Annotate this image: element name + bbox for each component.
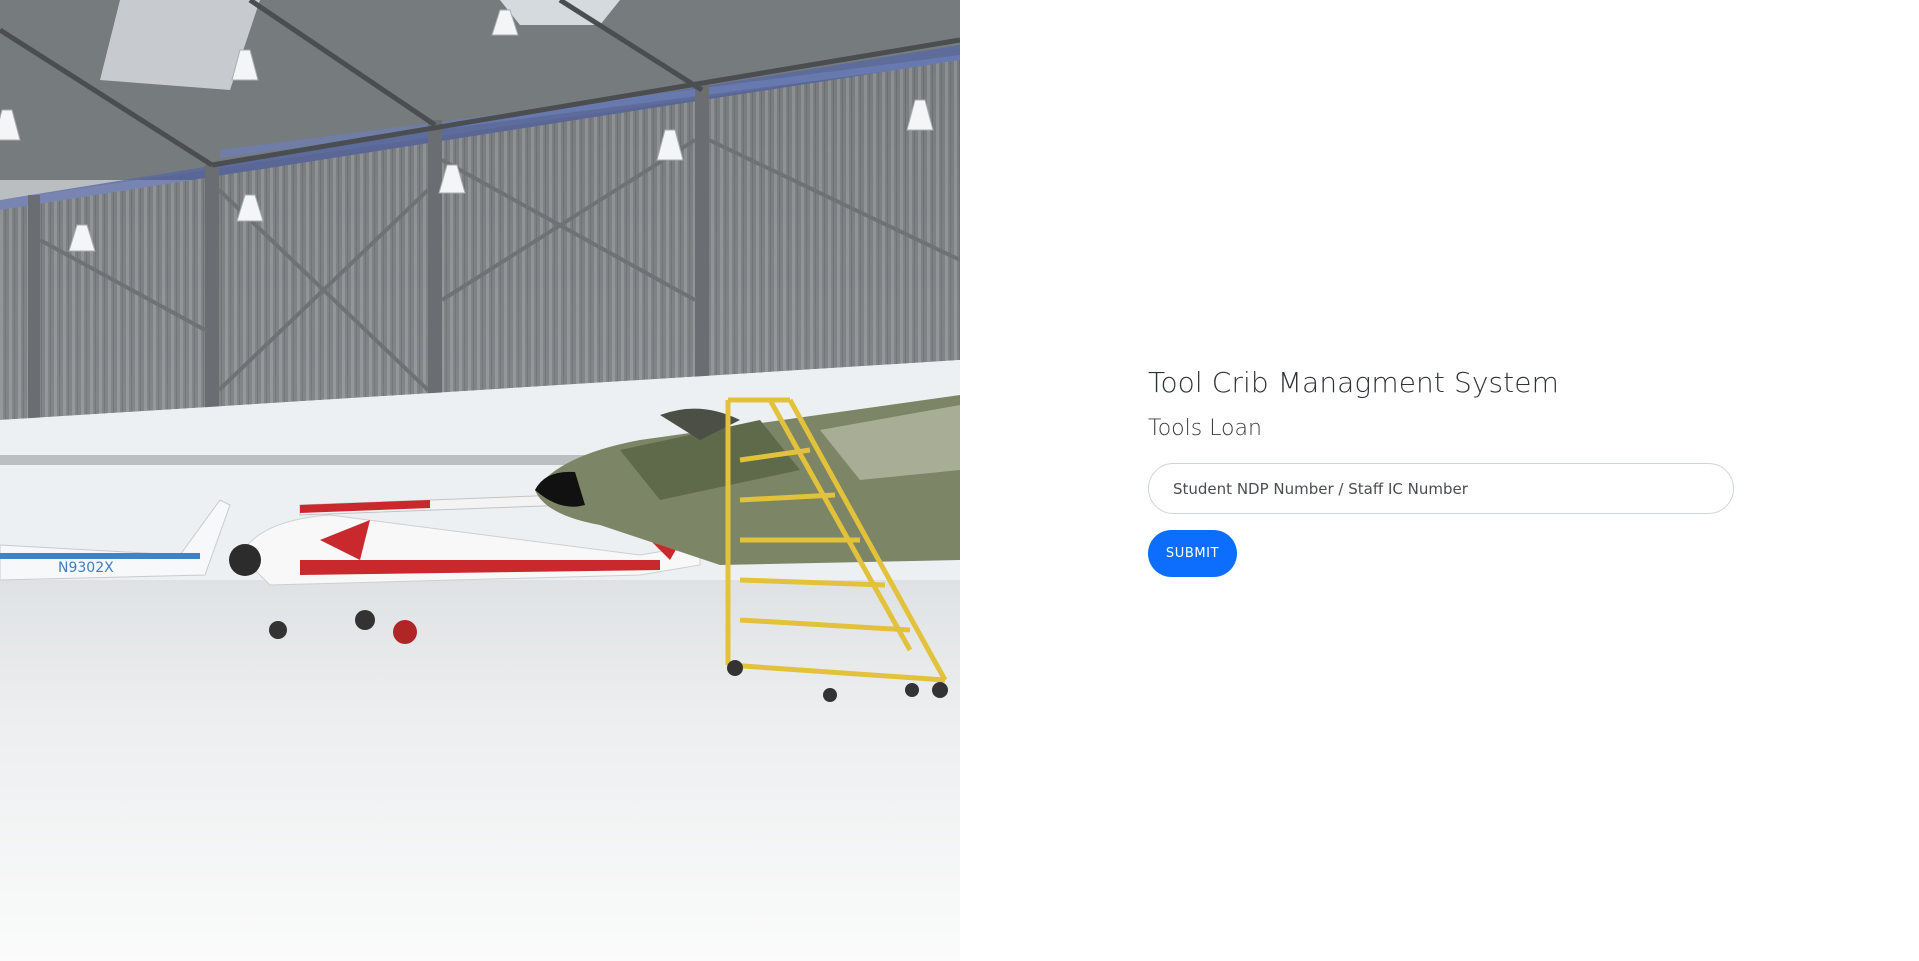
login-panel: Tool Crib Managment System Tools Loan SU… [960,0,1919,961]
section-title: Tools Loan [1148,416,1262,441]
hangar-photo-icon: N9302X [0,0,960,961]
hero-hangar-image: N9302X [0,0,960,961]
page-title: Tool Crib Managment System [1148,366,1559,399]
login-form: Tool Crib Managment System Tools Loan SU… [1148,363,1734,577]
student-staff-id-input[interactable] [1148,463,1734,514]
login-page: N9302X Tool Crib Managment System Tools … [0,0,1919,961]
aircraft-registration-text: N9302X [58,560,114,576]
submit-button[interactable]: SUBMIT [1148,530,1237,577]
